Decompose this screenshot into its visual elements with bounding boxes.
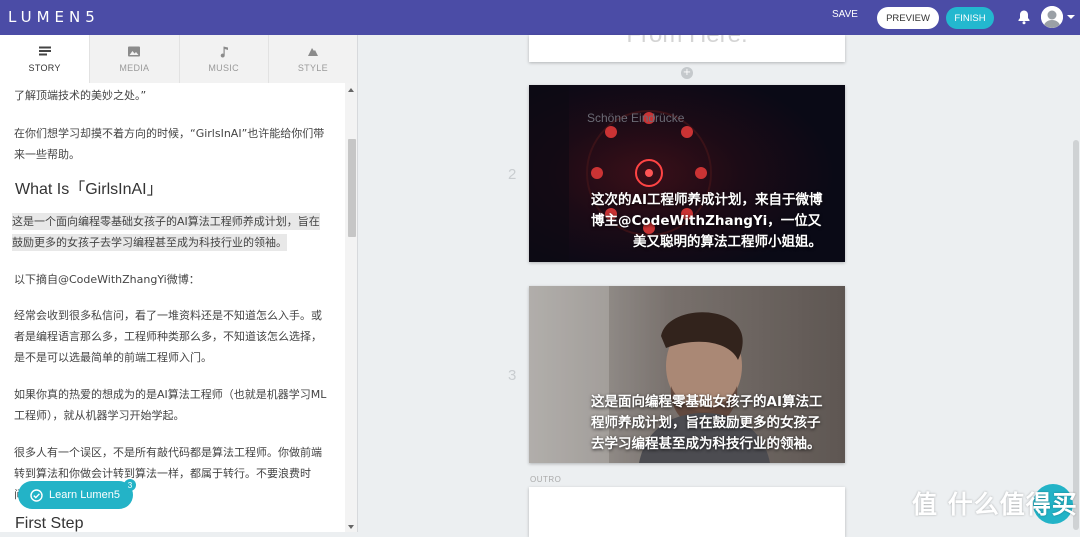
preview-button[interactable]: PREVIEW [877,7,939,29]
music-icon [220,46,228,58]
scene-2-background-text: Schöne Eindrücke [587,111,685,125]
notification-bell-icon[interactable] [1016,9,1032,25]
tab-music[interactable]: MUSIC [178,35,268,83]
outro-scene-card[interactable] [529,487,845,537]
editor-sidebar: STORY MEDIA MUSIC STYLE 了解顶端技术的美妙之处。” 在你… [0,35,358,532]
tab-style[interactable]: STYLE [267,35,357,83]
add-scene-icon[interactable]: + [681,67,693,79]
style-icon [307,47,318,56]
learn-lumen5-label: Learn Lumen5 [49,489,120,501]
story-paragraph-highlighted[interactable]: 这是一个面向编程零基础女孩子的AI算法工程师养成计划，旨在 鼓励更多的女孩子去学习… [12,211,322,253]
watermark-text: 值 什么值得买 [912,490,1078,519]
story-icon [38,46,51,55]
story-paragraph[interactable]: 以下摘自@CodeWithZhangYi微博： [14,269,330,290]
chevron-down-icon[interactable] [1067,15,1075,19]
tab-story[interactable]: STORY [0,35,90,83]
story-heading[interactable]: First Step [15,515,83,532]
tab-media[interactable]: MEDIA [89,35,179,83]
learn-count-badge: 3 [124,479,136,491]
scroll-up-arrow-icon[interactable] [348,88,354,92]
outro-label: OUTRO [530,475,562,484]
sidebar-tabs: STORY MEDIA MUSIC STYLE [0,35,357,83]
story-paragraph[interactable]: 在你们想学习却摸不着方向的时候，“GirlsInAI”也许能给你们带 来一些帮助。 [14,123,330,165]
scroll-down-arrow-icon[interactable] [348,525,354,529]
scene-number: 3 [508,367,517,384]
tab-label: MUSIC [208,62,239,73]
user-avatar[interactable] [1041,6,1063,28]
media-icon [128,46,141,56]
scene-number: 2 [508,166,517,183]
scene-title-text: From Here. [529,35,845,49]
scenes-scrollbar[interactable] [1073,140,1079,530]
save-button[interactable]: SAVE [832,9,858,20]
story-scrollbar-thumb[interactable] [348,139,356,237]
top-bar: LUMEN5 SAVE PREVIEW FINISH [0,0,1080,35]
lumen5-logo[interactable]: LUMEN5 [8,8,100,26]
story-paragraph[interactable]: 了解顶端技术的美妙之处。” [14,85,330,106]
story-heading[interactable]: What Is「GirlsInAI」 [15,175,163,199]
check-circle-icon [30,488,43,502]
story-paragraph[interactable]: 如果你真的热爱的想成为的是AI算法工程师（也就是机器学习ML 工程师），就从机器学… [14,384,330,426]
scene-card-3[interactable]: 这是面向编程零基础女孩子的AI算法工 程师养成计划，旨在鼓励更多的女孩子 去学习… [529,286,845,463]
scene-card-1[interactable]: From Here. [529,35,845,62]
scene-card-2[interactable]: Schöne Eindrücke 这次的AI工程师养成计划，来自于微博 博主@C… [529,85,845,262]
learn-lumen5-button[interactable]: Learn Lumen5 [18,481,133,509]
story-paragraph[interactable]: 经常会收到很多私信问，看了一堆资料还是不知道怎么入手。或 者是编程语言那么多，工程… [14,305,330,368]
tab-label: MEDIA [119,62,150,73]
tab-label: STORY [28,62,61,73]
scene-3-caption[interactable]: 这是面向编程零基础女孩子的AI算法工 程师养成计划，旨在鼓励更多的女孩子 去学习… [591,392,822,455]
story-text-editor[interactable]: 了解顶端技术的美妙之处。” 在你们想学习却摸不着方向的时候，“GirlsInAI… [0,83,345,532]
tab-label: STYLE [297,62,328,73]
scene-2-caption[interactable]: 这次的AI工程师养成计划，来自于微博 博主@CodeWithZhangYi，一位… [591,190,822,253]
finish-button[interactable]: FINISH [946,7,994,29]
